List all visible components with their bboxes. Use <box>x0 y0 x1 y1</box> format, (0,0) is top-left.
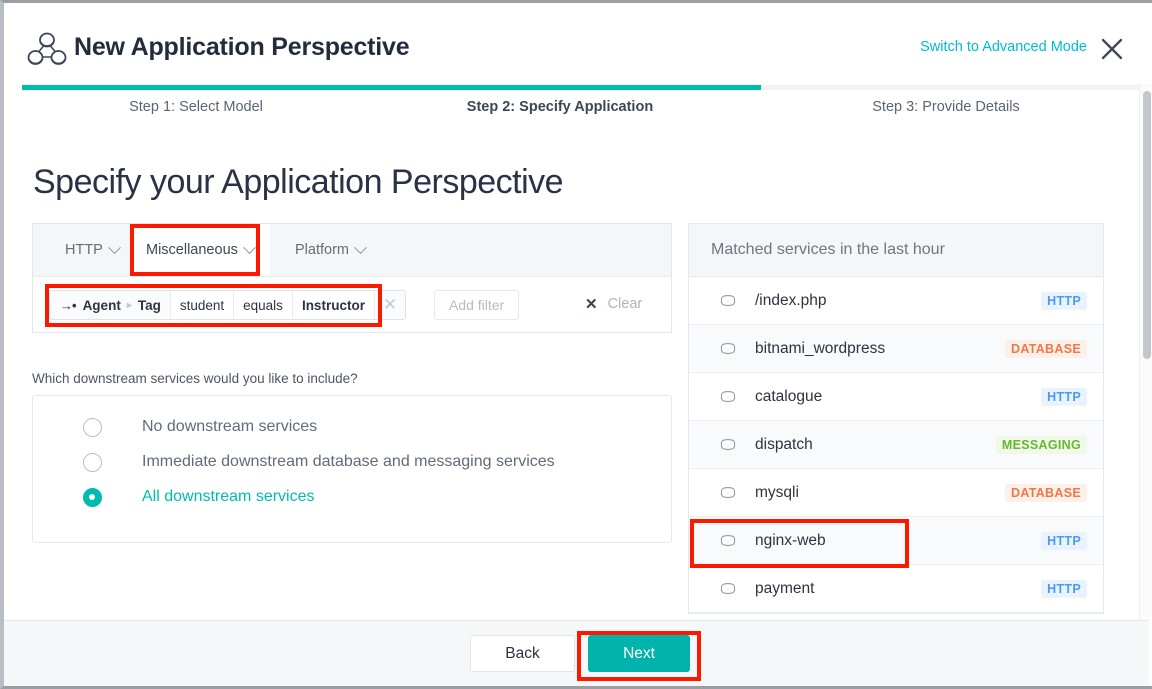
filter-chip-key[interactable]: student <box>171 291 234 319</box>
service-name: catalogue <box>755 388 822 406</box>
perspective-group-icon <box>26 29 68 69</box>
service-cylinder-icon <box>719 292 737 310</box>
status-badge: HTTP <box>1041 388 1087 406</box>
service-row-catalogue[interactable]: catalogue HTTP <box>689 373 1103 421</box>
service-name: nginx-web <box>755 532 826 550</box>
radio-option-all-downstream[interactable]: All downstream services <box>33 482 671 512</box>
service-cylinder-icon <box>719 436 737 454</box>
tab-platform[interactable]: Platform <box>279 224 381 276</box>
filter-chip-scope: →• Agent ▸ Tag <box>50 291 171 319</box>
status-badge: DATABASE <box>1005 340 1087 358</box>
vertical-scrollbar-track[interactable] <box>1139 84 1152 620</box>
filter-tabbar: HTTP Miscellaneous Platform <box>32 223 672 276</box>
status-badge: MESSAGING <box>996 436 1087 454</box>
close-icon: ✕ <box>585 295 598 313</box>
dialog-new-application-perspective: New Application Perspective Switch to Ad… <box>0 0 1152 689</box>
service-cylinder-icon <box>719 532 737 550</box>
next-button[interactable]: Next <box>588 635 690 672</box>
chevron-down-icon <box>243 241 256 254</box>
filter-chip-value[interactable]: Instructor <box>293 291 375 319</box>
filter-bar: →• Agent ▸ Tag student equals Instructor… <box>32 276 672 333</box>
status-badge: HTTP <box>1041 532 1087 550</box>
filter-chip-field: Tag <box>138 298 161 313</box>
service-name: mysqli <box>755 484 799 502</box>
service-name: payment <box>755 580 814 598</box>
service-row-bitnami-wordpress[interactable]: bitnami_wordpress DATABASE <box>689 325 1103 373</box>
service-name: bitnami_wordpress <box>755 340 885 358</box>
tab-miscellaneous[interactable]: Miscellaneous <box>130 224 270 276</box>
tab-http-label: HTTP <box>65 242 103 258</box>
step-2[interactable]: Step 2: Specify Application <box>370 99 750 115</box>
status-badge: DATABASE <box>1005 484 1087 502</box>
chevron-down-icon <box>354 241 367 254</box>
tab-platform-label: Platform <box>295 242 349 258</box>
matched-services-title: Matched services in the last hour <box>689 224 1103 277</box>
tab-miscellaneous-label: Miscellaneous <box>146 242 238 258</box>
status-badge: HTTP <box>1041 292 1087 310</box>
close-icon[interactable] <box>1098 35 1126 63</box>
service-cylinder-icon <box>719 484 737 502</box>
radio-option-no-downstream[interactable]: No downstream services <box>33 412 671 442</box>
chevron-down-icon <box>108 241 121 254</box>
service-row-payment[interactable]: payment HTTP <box>689 565 1103 613</box>
service-cylinder-icon <box>719 340 737 358</box>
radio-icon <box>83 418 102 437</box>
service-row-index-php[interactable]: /index.php HTTP <box>689 277 1103 325</box>
downstream-question: Which downstream services would you like… <box>32 371 358 386</box>
matched-services-panel: Matched services in the last hour /index… <box>688 223 1104 614</box>
radio-icon-selected <box>83 488 102 507</box>
radio-option-immediate-downstream[interactable]: Immediate downstream database and messag… <box>33 447 671 477</box>
service-cylinder-icon <box>719 580 737 598</box>
filter-arrow-icon: →• <box>60 298 76 313</box>
radio-option-label: All downstream services <box>142 488 315 506</box>
page-title: New Application Perspective <box>74 33 409 62</box>
service-row-nginx-web[interactable]: nginx-web HTTP <box>689 517 1103 565</box>
filter-chip-remove-icon[interactable]: ✕ <box>375 291 405 319</box>
filter-chip[interactable]: →• Agent ▸ Tag student equals Instructor… <box>49 290 406 320</box>
service-name: dispatch <box>755 436 813 454</box>
service-row-dispatch[interactable]: dispatch MESSAGING <box>689 421 1103 469</box>
dialog-footer: Back Next <box>4 620 1149 686</box>
service-name: /index.php <box>755 292 827 310</box>
step-indicator: Step 1: Select Model Step 2: Specify App… <box>22 99 1142 127</box>
filter-chip-scope-label: Agent <box>83 298 121 313</box>
step-3[interactable]: Step 3: Provide Details <box>750 99 1142 115</box>
step-1[interactable]: Step 1: Select Model <box>22 99 370 115</box>
section-heading: Specify your Application Perspective <box>33 163 563 202</box>
add-filter-button[interactable]: Add filter <box>434 290 519 320</box>
status-badge: HTTP <box>1041 580 1087 598</box>
radio-option-label: No downstream services <box>142 418 317 436</box>
service-row-mysqli[interactable]: mysqli DATABASE <box>689 469 1103 517</box>
clear-label: Clear <box>608 296 643 312</box>
radio-icon <box>83 453 102 472</box>
back-button[interactable]: Back <box>470 635 575 672</box>
clear-filters-button[interactable]: ✕ Clear <box>585 295 642 313</box>
progress-track <box>22 85 1142 90</box>
vertical-scrollbar-thumb[interactable] <box>1143 91 1151 359</box>
matched-services-list[interactable]: /index.php HTTP bitnami_wordpress DATABASE c… <box>689 277 1103 613</box>
tab-http[interactable]: HTTP <box>49 224 135 276</box>
dialog-header: New Application Perspective Switch to Ad… <box>4 3 1149 84</box>
filter-chip-separator-icon: ▸ <box>127 300 132 311</box>
radio-option-label: Immediate downstream database and messag… <box>142 453 555 471</box>
filter-panel: HTTP Miscellaneous Platform →• Agent ▸ T… <box>32 223 672 333</box>
switch-to-advanced-mode-link[interactable]: Switch to Advanced Mode <box>920 39 1087 55</box>
filter-chip-operator[interactable]: equals <box>234 291 293 319</box>
downstream-options-group: No downstream services Immediate downstr… <box>32 395 672 543</box>
progress-fill <box>22 85 761 90</box>
service-cylinder-icon <box>719 388 737 406</box>
